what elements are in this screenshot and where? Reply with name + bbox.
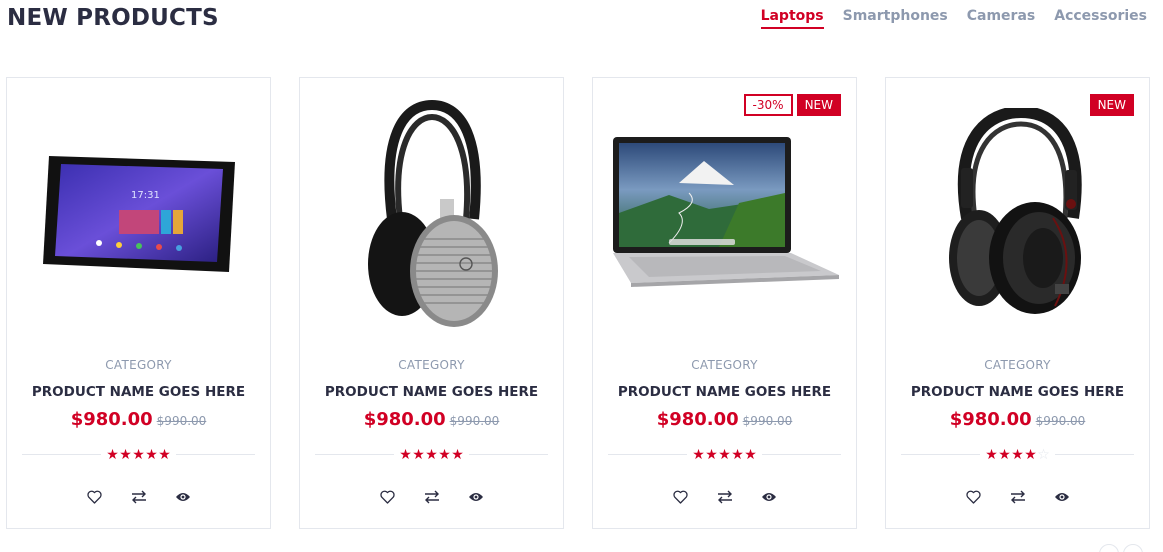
product-image[interactable]: 17:31 [7,88,270,338]
heart-icon [966,490,981,504]
product-rating: ★★★★★ [300,446,563,464]
tab-cameras[interactable]: Cameras [967,8,1036,27]
compare-icon [717,490,732,504]
laptop-image [612,137,839,287]
product-name[interactable]: PRODUCT NAME GOES HERE [886,383,1149,401]
star-filled-icon: ★ [132,446,145,462]
add-to-wishlist-button[interactable] [670,486,692,508]
product-price: $980.00 [363,409,446,430]
star-filled-icon: ★ [1011,446,1024,462]
carousel-next-button[interactable] [1123,544,1143,552]
star-filled-icon: ★ [119,446,132,462]
eye-icon [468,493,483,501]
star-filled-icon: ★ [412,446,425,462]
product-name[interactable]: PRODUCT NAME GOES HERE [300,383,563,401]
star-empty-icon: ☆ [1037,446,1050,462]
product-category: CATEGORY [691,358,758,372]
add-to-wishlist-button[interactable] [84,486,106,508]
star-filled-icon: ★ [718,446,731,462]
star-filled-icon: ★ [438,446,451,462]
eye-icon [175,493,190,501]
compare-icon [131,490,146,504]
product-category: CATEGORY [105,358,172,372]
headphones-image [367,99,498,327]
carousel-nav [1099,544,1143,552]
star-filled-icon: ★ [705,446,718,462]
star-filled-icon: ★ [158,446,171,462]
star-filled-icon: ★ [145,446,158,462]
product-old-price: $990.00 [156,414,207,428]
product-price: $980.00 [949,409,1032,430]
star-filled-icon: ★ [399,446,412,462]
heart-icon [87,490,102,504]
star-filled-icon: ★ [106,446,119,462]
carousel-prev-button[interactable] [1099,544,1119,552]
star-filled-icon: ★ [731,446,744,462]
product-card[interactable]: -30% NEW CATEGORY PRODUCT NAME GOES HERE… [592,77,857,529]
star-filled-icon: ★ [985,446,998,462]
product-image[interactable] [886,88,1149,338]
product-price: $980.00 [70,409,153,430]
quick-view-button[interactable] [758,486,780,508]
product-rating: ★★★★★ [7,446,270,464]
heart-icon [380,490,395,504]
product-image[interactable] [300,88,563,338]
add-to-compare-button[interactable] [1007,486,1029,508]
product-old-price: $990.00 [1035,414,1086,428]
product-image[interactable] [593,88,856,338]
section-title: NEW PRODUCTS [7,5,219,31]
quick-view-button[interactable] [465,486,487,508]
product-card[interactable]: NEW CATEGORY PRODUCT NAME GOES HERE $980… [885,77,1150,529]
svg-text:17:31: 17:31 [131,190,160,201]
product-price: $980.00 [656,409,739,430]
product-name[interactable]: PRODUCT NAME GOES HERE [593,383,856,401]
compare-icon [1010,490,1025,504]
headphones-image [948,108,1082,314]
add-to-wishlist-button[interactable] [963,486,985,508]
tablet-image: 17:31 [42,156,235,272]
product-old-price: $990.00 [742,414,793,428]
add-to-compare-button[interactable] [714,486,736,508]
product-name[interactable]: PRODUCT NAME GOES HERE [7,383,270,401]
tab-accessories[interactable]: Accessories [1054,8,1147,27]
compare-icon [424,490,439,504]
product-card[interactable]: CATEGORY PRODUCT NAME GOES HERE $980.00 $… [299,77,564,529]
add-to-wishlist-button[interactable] [377,486,399,508]
eye-icon [1054,493,1069,501]
star-filled-icon: ★ [744,446,757,462]
add-to-compare-button[interactable] [128,486,150,508]
tab-laptops[interactable]: Laptops [760,8,824,29]
star-filled-icon: ★ [692,446,705,462]
product-card[interactable]: 17:31 CATEGORY PRODUCT NAME GOES HERE $9… [6,77,271,529]
product-category: CATEGORY [398,358,465,372]
quick-view-button[interactable] [172,486,194,508]
add-to-compare-button[interactable] [421,486,443,508]
eye-icon [761,493,776,501]
category-tabs: Laptops Smartphones Cameras Accessories [760,8,1147,29]
star-filled-icon: ★ [998,446,1011,462]
product-rating: ★★★★★ [593,446,856,464]
product-old-price: $990.00 [449,414,500,428]
star-filled-icon: ★ [451,446,464,462]
heart-icon [673,490,688,504]
star-filled-icon: ★ [425,446,438,462]
star-filled-icon: ★ [1024,446,1037,462]
tab-smartphones[interactable]: Smartphones [843,8,948,27]
product-rating: ★★★★☆ [886,446,1149,464]
product-category: CATEGORY [984,358,1051,372]
quick-view-button[interactable] [1051,486,1073,508]
